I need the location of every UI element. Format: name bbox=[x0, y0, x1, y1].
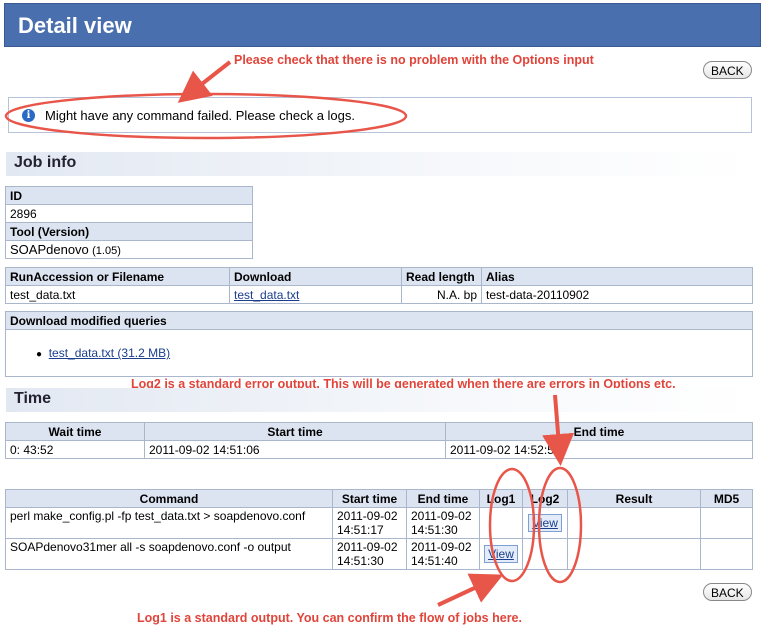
bullet: ● bbox=[36, 349, 43, 360]
back-button-top[interactable]: BACK bbox=[703, 61, 752, 79]
id-table: ID 2896 Tool (Version) SOAPdenovo (1.05) bbox=[5, 186, 253, 259]
modified-queries-table: Download modified queries ● test_data.tx… bbox=[5, 311, 753, 377]
time-heading: Time bbox=[14, 390, 52, 407]
log1-view-button[interactable]: View bbox=[484, 545, 518, 563]
table-row: perl make_config.pl -fp test_data.txt > … bbox=[5, 507, 753, 539]
log1-cell: View bbox=[479, 538, 523, 570]
alias-cell: test-data-20110902 bbox=[481, 285, 753, 304]
time-table: Wait time Start time End time 0: 43:52 2… bbox=[5, 422, 753, 459]
cmd-end-cell: 2011-09-02 14:51:30 bbox=[406, 507, 480, 539]
table-row: SOAPdenovo31mer all -s soapdenovo.conf -… bbox=[5, 538, 753, 570]
modified-queries-label: Download modified queries bbox=[5, 311, 753, 330]
notice-message: Might have any command failed. Please ch… bbox=[45, 108, 356, 123]
filename-cell: test_data.txt bbox=[5, 285, 230, 304]
page-header: Detail view bbox=[4, 3, 761, 47]
col-read-length-header: Read length bbox=[401, 267, 482, 286]
tool-version: (1.05) bbox=[92, 245, 121, 257]
start-date: 2011-09-02 bbox=[337, 540, 398, 554]
wait-time-header: Wait time bbox=[5, 422, 145, 441]
info-icon: i bbox=[22, 109, 35, 122]
command-cell: perl make_config.pl -fp test_data.txt > … bbox=[5, 507, 333, 539]
result-cell bbox=[567, 538, 701, 570]
col-alias-header: Alias bbox=[481, 267, 753, 286]
end-date: 2011-09-02 bbox=[411, 509, 472, 523]
time-heading-bar: Time bbox=[6, 388, 754, 412]
start-clock: 14:51:17 bbox=[337, 523, 384, 537]
log2-header: Log2 bbox=[522, 489, 568, 508]
cmd-end-cell: 2011-09-02 14:51:40 bbox=[406, 538, 480, 570]
command-header: Command bbox=[5, 489, 333, 508]
id-label: ID bbox=[5, 186, 253, 205]
md5-cell bbox=[700, 507, 753, 539]
result-header: Result bbox=[567, 489, 701, 508]
result-cell bbox=[567, 507, 701, 539]
id-value: 2896 bbox=[5, 204, 253, 223]
end-time-value: 2011-09-02 14:52:52 bbox=[445, 440, 753, 459]
log1-arrow bbox=[437, 573, 504, 607]
log1-annotation: Log1 is a standard output. You can confi… bbox=[137, 611, 522, 625]
options-arrow bbox=[177, 60, 232, 103]
download-cell: test_data.txt bbox=[229, 285, 402, 304]
file-table: RunAccession or Filename Download Read l… bbox=[5, 267, 753, 304]
job-info-heading: Job info bbox=[14, 154, 77, 171]
md5-cell bbox=[700, 538, 753, 570]
job-info-heading-bar: Job info bbox=[6, 152, 754, 176]
end-date: 2011-09-02 bbox=[411, 540, 472, 554]
cmd-start-header: Start time bbox=[332, 489, 407, 508]
start-date: 2011-09-02 bbox=[337, 509, 398, 523]
download-link[interactable]: test_data.txt bbox=[234, 288, 299, 302]
log2-cell: View bbox=[522, 507, 568, 539]
read-length-cell: N.A. bp bbox=[401, 285, 482, 304]
cmd-start-cell: 2011-09-02 14:51:30 bbox=[332, 538, 407, 570]
col-download-header: Download bbox=[229, 267, 402, 286]
end-clock: 14:51:40 bbox=[411, 554, 458, 568]
tool-value: SOAPdenovo (1.05) bbox=[5, 240, 253, 259]
tool-name: SOAPdenovo bbox=[10, 242, 89, 257]
cmd-end-header: End time bbox=[406, 489, 480, 508]
command-cell: SOAPdenovo31mer all -s soapdenovo.conf -… bbox=[5, 538, 333, 570]
end-time-header: End time bbox=[445, 422, 753, 441]
log2-cell bbox=[522, 538, 568, 570]
notice-box: i Might have any command failed. Please … bbox=[8, 97, 752, 133]
start-time-header: Start time bbox=[144, 422, 446, 441]
start-time-value: 2011-09-02 14:51:06 bbox=[144, 440, 446, 459]
log1-header: Log1 bbox=[479, 489, 523, 508]
log2-view-button[interactable]: View bbox=[528, 514, 562, 532]
log1-cell bbox=[479, 507, 523, 539]
start-clock: 14:51:30 bbox=[337, 554, 384, 568]
tool-label: Tool (Version) bbox=[5, 222, 253, 241]
modified-queries-cell: ● test_data.txt (31.2 MB) bbox=[5, 329, 753, 377]
end-clock: 14:51:30 bbox=[411, 523, 458, 537]
options-annotation: Please check that there is no problem wi… bbox=[234, 53, 594, 67]
back-button-bottom[interactable]: BACK bbox=[703, 583, 752, 601]
commands-table: Command Start time End time Log1 Log2 Re… bbox=[5, 489, 753, 570]
md5-header: MD5 bbox=[700, 489, 753, 508]
modified-query-link[interactable]: test_data.txt (31.2 MB) bbox=[49, 346, 170, 360]
wait-time-value: 0: 43:52 bbox=[5, 440, 145, 459]
cmd-start-cell: 2011-09-02 14:51:17 bbox=[332, 507, 407, 539]
page-title: Detail view bbox=[18, 13, 132, 38]
col-filename-header: RunAccession or Filename bbox=[5, 267, 230, 286]
